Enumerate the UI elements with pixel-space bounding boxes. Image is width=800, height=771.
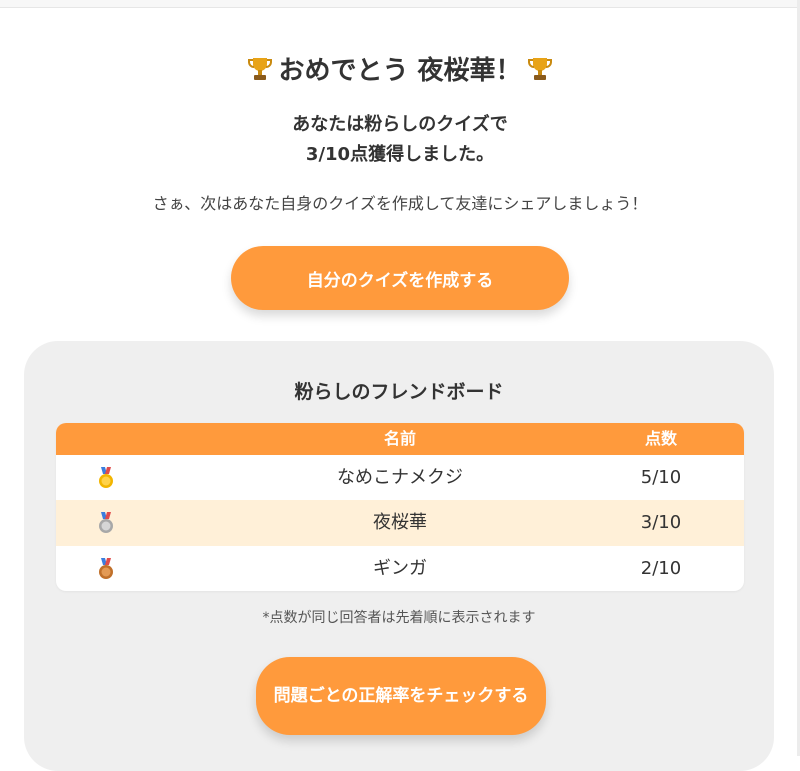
table-row: 夜桜華 3/10 bbox=[56, 500, 744, 546]
table-row: なめこナメクジ 5/10 bbox=[56, 455, 744, 500]
column-header-score: 点数 bbox=[644, 429, 677, 448]
create-quiz-button[interactable]: 自分のクイズを作成する bbox=[231, 246, 569, 310]
player-score: 2/10 bbox=[640, 557, 682, 579]
leaderboard-table: 名前 点数 なめこナメクジ 5/10 夜桜華 3/10 ギンガ 2/10 bbox=[56, 423, 744, 591]
leaderboard-panel: 粉らしのフレンドボード 名前 点数 なめこナメクジ 5/10 夜桜華 3/10 … bbox=[24, 341, 774, 771]
leaderboard-title: 粉らしのフレンドボード bbox=[294, 381, 504, 403]
score-result: あなたは粉らしのクイズで 3/10点獲得しました。 bbox=[0, 110, 800, 170]
result-line-1: あなたは粉らしのクイズで bbox=[292, 114, 508, 135]
table-row: ギンガ 2/10 bbox=[56, 546, 744, 591]
congrats-heading: おめでとう 夜桜華！ bbox=[0, 50, 800, 87]
check-accuracy-button[interactable]: 問題ごとの正解率をチェックする bbox=[256, 657, 546, 735]
trophy-icon bbox=[527, 57, 552, 80]
trophy-icon bbox=[248, 57, 273, 80]
tie-note: *点数が同じ回答者は先着順に表示されます bbox=[262, 610, 536, 626]
player-score: 3/10 bbox=[640, 512, 682, 534]
top-border bbox=[0, 0, 800, 8]
result-line-2: 3/10点獲得しました。 bbox=[305, 144, 495, 165]
player-score: 5/10 bbox=[640, 467, 682, 488]
congrats-title: おめでとう 夜桜華！ bbox=[278, 56, 522, 86]
invite-text: さぁ、次はあなた自身のクイズを作成して友達にシェアしましょう！ bbox=[152, 194, 648, 213]
table-header: 名前 点数 bbox=[56, 423, 744, 455]
